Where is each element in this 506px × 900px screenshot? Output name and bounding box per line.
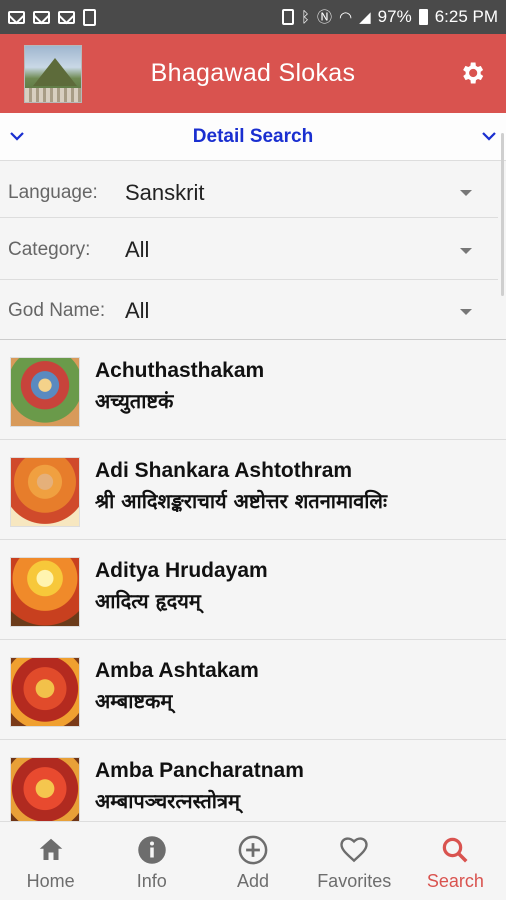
sloka-sanskrit-name: अम्बापञ्चरत्नस्तोत्रम् <box>95 789 240 813</box>
list-item[interactable]: Achuthasthakam अच्युताष्टकं <box>0 340 506 440</box>
sloka-thumbnail <box>10 457 80 527</box>
sloka-name: Adi Shankara Ashtothram <box>95 459 353 482</box>
info-icon <box>138 836 166 864</box>
language-select[interactable]: Language: Sanskrit <box>0 161 498 218</box>
detail-search-header[interactable]: Detail Search <box>0 113 506 161</box>
nav-info-label: Info <box>136 871 167 891</box>
sloka-sanskrit-name: श्री आदिशङ्कराचार्य अष्टोत्तर शतनामावलिः <box>95 489 388 513</box>
home-icon <box>39 838 62 860</box>
nav-search[interactable]: Search <box>405 822 506 900</box>
wifi-icon: ◠ <box>339 8 353 26</box>
sloka-thumbnail <box>10 757 80 821</box>
nav-add-label: Add <box>236 871 270 891</box>
signal-icon: ◢ <box>359 8 371 26</box>
bluetooth-icon: ᛒ <box>300 8 310 26</box>
status-bar: ᛒ Ⓝ ◠ ◢ 97% 6:25 PM <box>0 0 506 34</box>
clock: 6:25 PM <box>434 7 498 26</box>
language-value[interactable]: Sanskrit <box>125 180 204 206</box>
sloka-thumbnail <box>10 557 80 627</box>
nav-info[interactable]: Info <box>101 822 202 900</box>
detail-search-title[interactable]: Detail Search <box>0 126 506 148</box>
mail-icon <box>58 10 75 24</box>
list-item[interactable]: Adi Shankara Ashtothram श्री आदिशङ्कराचा… <box>0 440 506 540</box>
battery-icon <box>418 9 428 25</box>
sloka-name: Amba Pancharatnam <box>95 759 304 782</box>
download-icon <box>83 8 96 26</box>
mail-icon <box>33 10 50 24</box>
dropdown-arrow-icon[interactable] <box>460 309 472 315</box>
search-icon <box>443 837 468 863</box>
nav-favorites-label: Favorites <box>317 871 392 891</box>
god-name-select[interactable]: God Name: All <box>0 280 498 338</box>
sloka-sanskrit-name: अम्बाष्टकम् <box>95 689 173 713</box>
notification-icon <box>8 10 25 24</box>
god-name-label: God Name: <box>8 300 106 321</box>
sloka-name: Achuthasthakam <box>95 359 265 382</box>
category-select[interactable]: Category: All <box>0 218 498 280</box>
dropdown-arrow-icon[interactable] <box>460 248 472 254</box>
category-label: Category: <box>8 239 91 260</box>
bottom-navigation: Home Info Add Favorites Search <box>0 821 506 900</box>
heart-icon <box>340 837 368 863</box>
nav-favorites[interactable]: Favorites <box>304 822 405 900</box>
sloka-sanskrit-name: अच्युताष्टकं <box>95 389 174 413</box>
scrollbar[interactable] <box>501 133 504 296</box>
nav-home[interactable]: Home <box>0 822 101 900</box>
nfc-icon: Ⓝ <box>317 8 333 26</box>
language-label: Language: <box>8 182 98 203</box>
list-item[interactable]: Aditya Hrudayam आदित्य हृदयम् <box>0 540 506 640</box>
nav-add[interactable]: Add <box>202 822 303 900</box>
category-value[interactable]: All <box>125 237 149 263</box>
sloka-name: Aditya Hrudayam <box>95 559 268 582</box>
sloka-sanskrit-name: आदित्य हृदयम् <box>95 589 201 613</box>
settings-gear-icon[interactable] <box>458 59 486 87</box>
add-circle-icon <box>238 835 268 865</box>
god-name-value[interactable]: All <box>125 298 149 324</box>
battery-percent: 97% <box>377 7 412 26</box>
filter-panel: Language: Sanskrit Category: All God Nam… <box>0 161 506 338</box>
sloka-thumbnail <box>10 657 80 727</box>
chevron-down-icon[interactable] <box>480 127 498 145</box>
phone-lock-icon <box>281 9 294 25</box>
sloka-name: Amba Ashtakam <box>95 659 259 682</box>
app-title: Bhagawad Slokas <box>150 59 356 87</box>
sloka-thumbnail <box>10 357 80 427</box>
nav-home-label: Home <box>26 871 75 891</box>
list-item[interactable]: Amba Pancharatnam अम्बापञ्चरत्नस्तोत्रम् <box>0 740 506 821</box>
list-item[interactable]: Amba Ashtakam अम्बाष्टकम् <box>0 640 506 740</box>
dropdown-arrow-icon[interactable] <box>460 190 472 196</box>
app-bar: Bhagawad Slokas <box>0 34 506 113</box>
nav-search-label: Search <box>426 871 484 891</box>
sloka-list[interactable]: Achuthasthakam अच्युताष्टकं Adi Shankara… <box>0 339 506 821</box>
